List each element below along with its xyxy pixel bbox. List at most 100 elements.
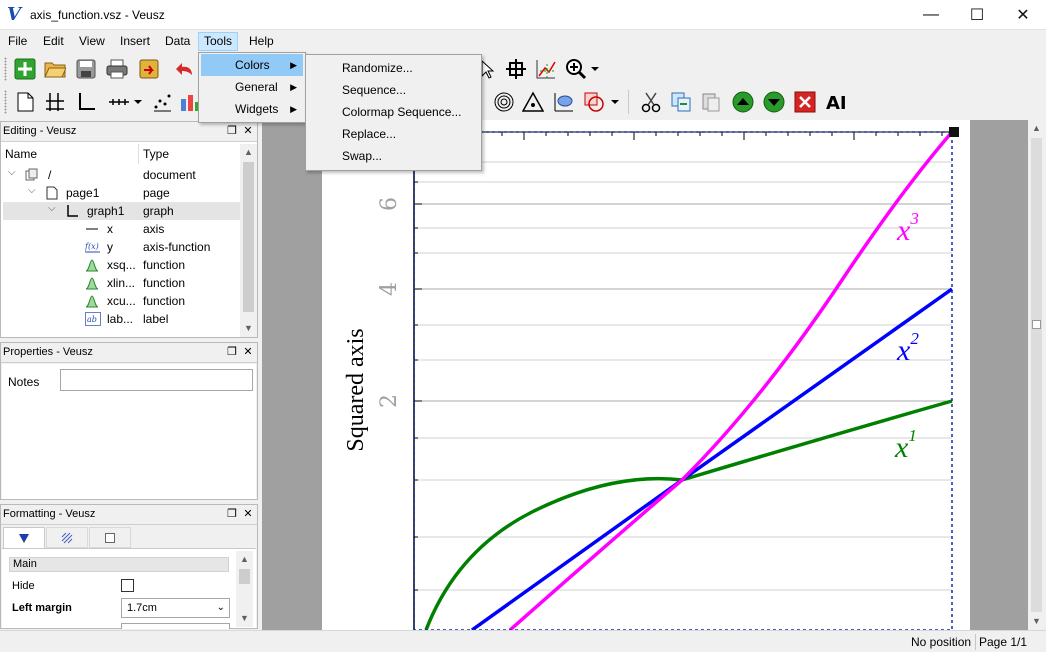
- tree-row-xlin[interactable]: xlin... function: [3, 274, 240, 292]
- menu-file[interactable]: File: [2, 32, 33, 51]
- move-up-icon[interactable]: [730, 89, 756, 115]
- close-dock-icon[interactable]: ✕: [241, 345, 255, 359]
- colors-replace[interactable]: Replace...: [308, 123, 479, 145]
- tree-row-xcu[interactable]: xcu... function: [3, 292, 240, 310]
- add-page-icon[interactable]: [12, 89, 38, 115]
- add-shape-icon[interactable]: [581, 89, 607, 115]
- menu-edit[interactable]: Edit: [37, 32, 70, 51]
- tools-menu-general[interactable]: General ▶: [201, 76, 303, 98]
- tree-row-xsq[interactable]: xsq... function: [3, 256, 240, 274]
- status-bar: No position Page 1/1: [0, 630, 1046, 652]
- hide-checkbox[interactable]: [121, 579, 134, 592]
- collapse-arrow-icon[interactable]: ⌵: [28, 185, 36, 196]
- paste-icon[interactable]: [698, 89, 724, 115]
- scroll-down-icon[interactable]: ▼: [1028, 613, 1045, 630]
- colors-sequence[interactable]: Sequence...: [308, 79, 479, 101]
- veusz-logo-icon: V: [7, 4, 21, 25]
- read-data-point-icon[interactable]: [533, 56, 559, 82]
- tab-border-format[interactable]: [89, 527, 131, 548]
- close-dock-icon[interactable]: ✕: [241, 124, 255, 138]
- canvas-scrollbar-vertical[interactable]: ▲ ▼: [1028, 120, 1045, 630]
- zoom-graph-icon[interactable]: [503, 56, 529, 82]
- float-dock-icon[interactable]: ❐: [225, 345, 239, 359]
- submenu-arrow-icon: ▶: [290, 60, 297, 70]
- collapse-arrow-icon[interactable]: ⌵: [8, 167, 16, 178]
- add-graph-icon[interactable]: [73, 89, 99, 115]
- scroll-down-icon[interactable]: ▼: [240, 320, 257, 337]
- column-header-name[interactable]: Name: [1, 144, 139, 164]
- toolbar-grip[interactable]: [4, 57, 7, 81]
- tree-row-label[interactable]: ab lab... label: [3, 310, 240, 328]
- scroll-up-icon[interactable]: ▲: [236, 551, 253, 568]
- plot-graph[interactable]: 6 4 2 Squared axis x3 x2 x1: [322, 120, 970, 630]
- resize-handle-icon[interactable]: [949, 127, 959, 137]
- formatting-scrollbar[interactable]: ▲ ▼: [236, 551, 253, 627]
- menu-help[interactable]: Help: [243, 32, 280, 51]
- print-icon[interactable]: [104, 56, 130, 82]
- copy-icon[interactable]: [668, 89, 694, 115]
- add-grid-icon[interactable]: [42, 89, 68, 115]
- notes-field[interactable]: [60, 369, 253, 391]
- zoom-icon[interactable]: [563, 56, 589, 82]
- scrollbar-thumb[interactable]: [243, 162, 254, 312]
- axis-dropdown-icon[interactable]: [131, 89, 145, 115]
- float-dock-icon[interactable]: ❐: [225, 507, 239, 521]
- cut-icon[interactable]: [638, 89, 664, 115]
- menu-insert[interactable]: Insert: [114, 32, 156, 51]
- tree-row-x[interactable]: x axis: [3, 220, 240, 238]
- float-dock-icon[interactable]: ❐: [225, 124, 239, 138]
- page-canvas[interactable]: 6 4 2 Squared axis x3 x2 x1: [322, 120, 970, 630]
- plot-canvas-area[interactable]: 6 4 2 Squared axis x3 x2 x1: [262, 120, 1028, 630]
- undo-icon[interactable]: [172, 56, 198, 82]
- tree-row-y[interactable]: f(x) y axis-function: [3, 238, 240, 256]
- menu-tools[interactable]: Tools: [198, 32, 239, 51]
- tree-scrollbar[interactable]: ▲ ▼: [240, 144, 257, 337]
- column-header-type[interactable]: Type: [139, 144, 241, 164]
- add-axis-icon[interactable]: [106, 89, 132, 115]
- collapse-arrow-icon[interactable]: ⌵: [48, 203, 56, 214]
- menu-view[interactable]: View: [73, 32, 111, 51]
- open-folder-icon[interactable]: [42, 56, 68, 82]
- chevron-down-icon: ⌄: [216, 602, 225, 613]
- save-icon[interactable]: [73, 56, 99, 82]
- maximize-button[interactable]: ☐: [954, 0, 1000, 30]
- scroll-up-icon[interactable]: ▲: [240, 144, 257, 161]
- scroll-up-icon[interactable]: ▲: [1028, 120, 1045, 137]
- tree-row-document[interactable]: ⌵ / document: [3, 166, 240, 184]
- move-down-icon[interactable]: [761, 89, 787, 115]
- delete-icon[interactable]: [792, 89, 818, 115]
- zoom-dropdown-icon[interactable]: [588, 56, 602, 82]
- left-margin-select[interactable]: 1.7cm ⌄: [121, 598, 230, 618]
- next-field-partial[interactable]: [121, 623, 230, 629]
- tree-row-page1[interactable]: ⌵ page1 page: [3, 184, 240, 202]
- scrollbar-thumb[interactable]: [239, 569, 250, 584]
- tab-main-format[interactable]: [3, 527, 45, 548]
- colors-colormap-sequence[interactable]: Colormap Sequence...: [308, 101, 479, 123]
- editing-dock: Editing - Veusz ❐ ✕ Name Type ⌵ / docume…: [0, 121, 258, 338]
- rename-icon[interactable]: AI: [824, 89, 850, 115]
- menu-data[interactable]: Data: [159, 32, 196, 51]
- x-axis-top-ticks: [413, 132, 943, 140]
- colors-swap[interactable]: Swap...: [308, 145, 479, 167]
- function-icon: [85, 258, 99, 272]
- minimize-button[interactable]: —: [908, 0, 954, 30]
- add-xy-icon[interactable]: [149, 89, 175, 115]
- close-button[interactable]: ✕: [1000, 0, 1046, 30]
- tree-row-graph1[interactable]: ⌵ graph1 graph: [3, 202, 240, 220]
- colors-randomize[interactable]: Randomize...: [308, 57, 479, 79]
- add-ellipse-icon[interactable]: [551, 89, 577, 115]
- new-document-icon[interactable]: [12, 56, 38, 82]
- tab-fill-format[interactable]: [46, 527, 88, 548]
- close-dock-icon[interactable]: ✕: [241, 507, 255, 521]
- add-ternary-icon[interactable]: [520, 89, 546, 115]
- tools-menu-widgets[interactable]: Widgets ▶: [201, 98, 303, 120]
- tree-row-type: axis: [143, 222, 165, 236]
- toolbar-grip[interactable]: [4, 90, 7, 114]
- scrollbar-thumb[interactable]: [1031, 138, 1042, 612]
- scroll-down-icon[interactable]: ▼: [236, 610, 253, 627]
- shape-dropdown-icon[interactable]: [608, 89, 622, 115]
- curve-label-x1: x1: [894, 426, 917, 464]
- export-icon[interactable]: [136, 56, 162, 82]
- tools-menu-colors[interactable]: Colors ▶: [201, 54, 303, 76]
- add-polar-icon[interactable]: [491, 89, 517, 115]
